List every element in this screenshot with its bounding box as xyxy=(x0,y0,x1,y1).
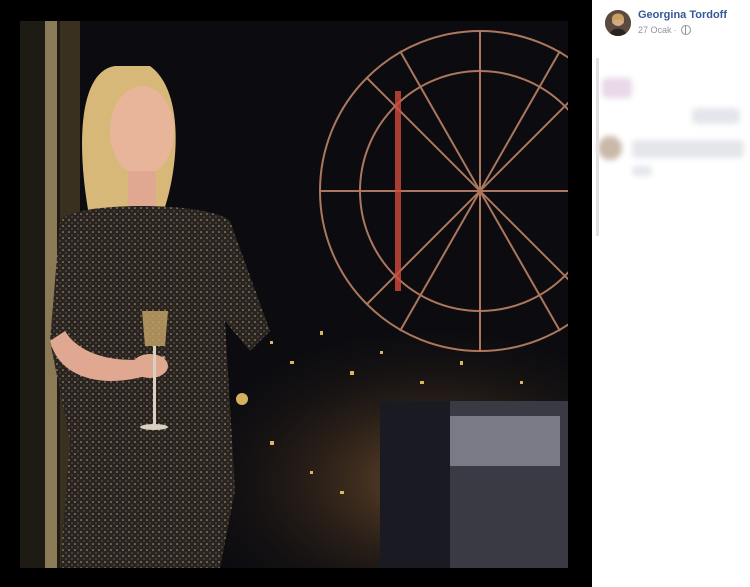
sidebar-scrollbar[interactable] xyxy=(596,58,599,236)
photo-viewer xyxy=(0,0,592,587)
post-meta: 27 Ocak · xyxy=(638,25,691,35)
post-date[interactable]: 27 Ocak xyxy=(638,25,672,35)
blurred-reaction-icons xyxy=(602,78,632,98)
globe-icon[interactable] xyxy=(680,25,691,35)
blurred-comment-action xyxy=(632,166,652,176)
avatar[interactable] xyxy=(605,10,631,36)
post-photo[interactable] xyxy=(20,21,568,568)
post-sidebar: Georgina Tordoff 27 Ocak · xyxy=(592,0,750,587)
author-name-link[interactable]: Georgina Tordoff xyxy=(638,9,727,21)
blurred-comment-avatar xyxy=(598,136,622,160)
blurred-post-stats xyxy=(692,108,740,124)
meta-separator: · xyxy=(673,25,677,35)
blurred-comment-text xyxy=(632,140,744,158)
photo-illustration xyxy=(20,21,568,568)
